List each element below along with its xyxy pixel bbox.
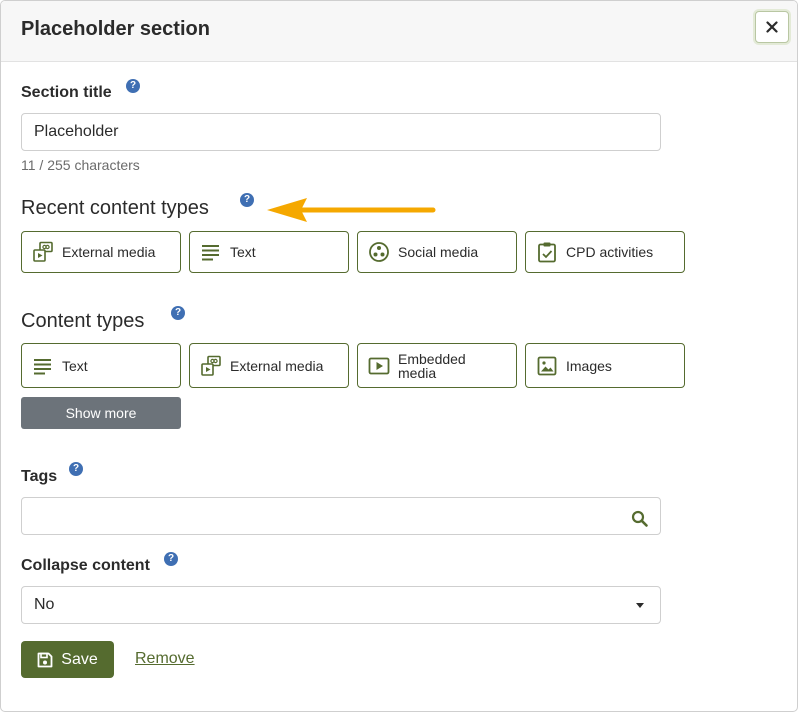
external-media-icon xyxy=(200,355,222,377)
recent-type-text[interactable]: Text xyxy=(189,231,349,273)
content-type-label: Text xyxy=(62,357,88,374)
content-type-external-media[interactable]: External media xyxy=(189,343,349,388)
recent-content-types-help-icon[interactable]: ? xyxy=(240,193,254,207)
content-type-label: Embedded media xyxy=(398,350,466,381)
show-more-button[interactable]: Show more xyxy=(21,397,181,429)
content-types-heading: Content types xyxy=(21,310,145,332)
recent-content-types-heading: Recent content types xyxy=(21,197,209,219)
recent-type-external-media[interactable]: External media xyxy=(21,231,181,273)
text-lines-icon xyxy=(32,355,54,377)
text-lines-icon xyxy=(200,241,222,263)
recent-type-social-media[interactable]: Social media xyxy=(357,231,517,273)
close-icon xyxy=(766,21,778,33)
modal-title: Placeholder section xyxy=(21,18,210,40)
collapse-content-label: Collapse content xyxy=(21,557,150,574)
tags-input[interactable] xyxy=(21,497,661,535)
section-title-value: Placeholder xyxy=(34,123,119,140)
collapse-selected-value: No xyxy=(34,596,55,613)
recent-type-label: CPD activities xyxy=(566,244,654,260)
content-type-label: External media xyxy=(230,357,324,374)
recent-type-label: External media xyxy=(62,244,156,260)
character-count: 11 / 255 characters xyxy=(21,157,140,173)
save-icon xyxy=(37,652,53,668)
recent-type-cpd-activities[interactable]: CPD activities xyxy=(525,231,685,273)
content-types-help-icon[interactable]: ? xyxy=(171,306,185,320)
content-type-label: Images xyxy=(566,357,612,374)
tags-help-icon[interactable]: ? xyxy=(69,462,83,476)
image-icon xyxy=(536,355,558,377)
recent-type-label: Text xyxy=(230,244,256,260)
content-type-text[interactable]: Text xyxy=(21,343,181,388)
remove-link[interactable]: Remove xyxy=(135,650,195,668)
section-title-input[interactable]: Placeholder xyxy=(21,113,661,151)
play-icon xyxy=(368,355,390,377)
content-type-images[interactable]: Images xyxy=(525,343,685,388)
placeholder-section-dialog: Placeholder section Section title ? Plac… xyxy=(0,0,798,712)
external-media-icon xyxy=(32,241,54,263)
search-icon[interactable] xyxy=(630,507,650,527)
section-title-label: Section title xyxy=(21,84,112,101)
social-media-icon xyxy=(368,241,390,263)
modal-header: Placeholder section xyxy=(1,1,797,62)
close-button[interactable] xyxy=(755,11,789,43)
save-button[interactable]: Save xyxy=(21,641,114,678)
tags-label: Tags xyxy=(21,468,58,485)
chevron-down-icon xyxy=(636,603,644,608)
save-label: Save xyxy=(61,650,98,668)
clipboard-check-icon xyxy=(536,241,558,263)
collapse-content-select[interactable]: No xyxy=(21,586,661,624)
collapse-content-help-icon[interactable]: ? xyxy=(164,552,178,566)
content-type-embedded-media[interactable]: Embedded media xyxy=(357,343,517,388)
annotation-arrow-icon xyxy=(267,198,436,222)
recent-type-label: Social media xyxy=(398,244,479,260)
section-title-help-icon[interactable]: ? xyxy=(126,79,140,93)
